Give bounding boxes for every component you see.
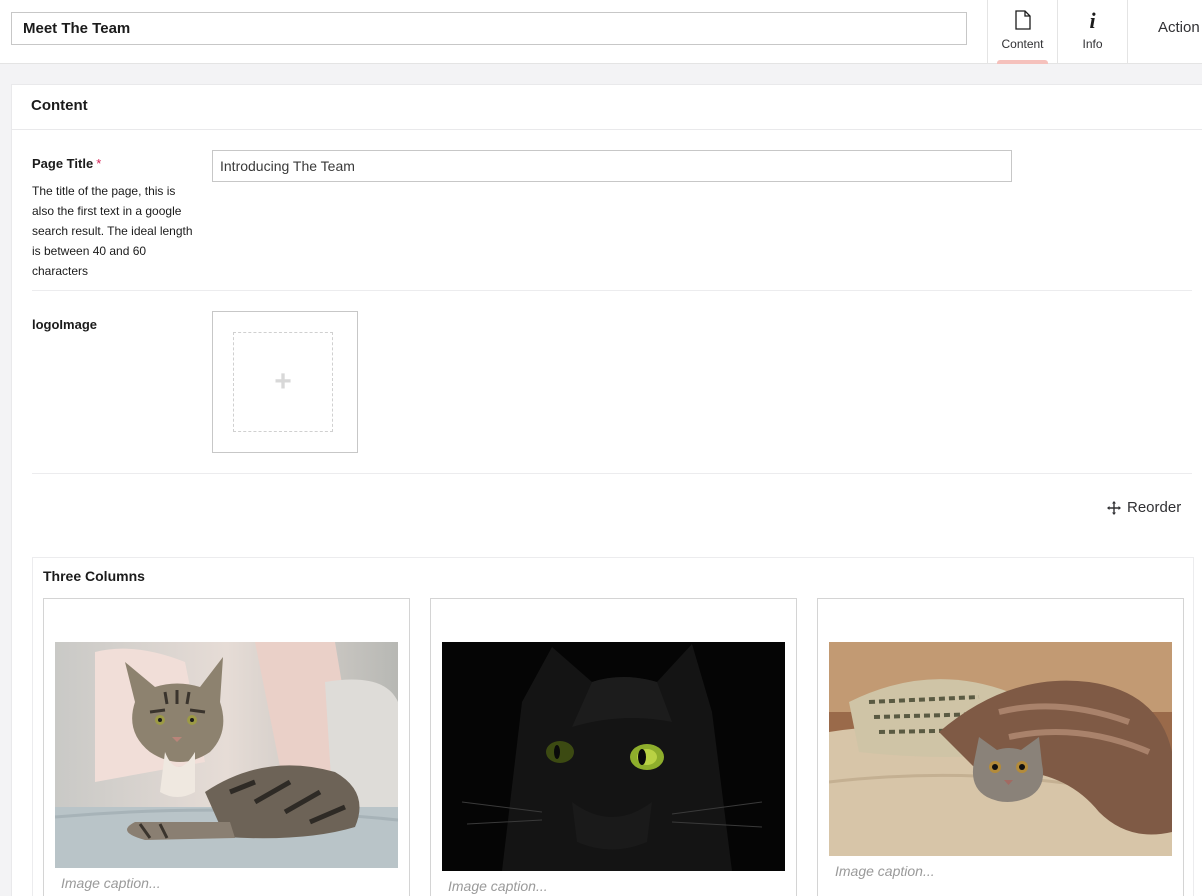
divider bbox=[32, 290, 1192, 291]
image-caption-input[interactable]: Image caption... bbox=[835, 863, 935, 879]
required-mark: * bbox=[96, 156, 102, 171]
document-icon bbox=[988, 10, 1057, 32]
image-black-cat-green-eyes[interactable] bbox=[442, 642, 785, 871]
column-2: Image caption... bbox=[430, 598, 797, 896]
plus-icon: + bbox=[274, 365, 292, 398]
page-title-description: The title of the page, this is also the … bbox=[32, 184, 193, 278]
content-group: Content Page Title * The title of the pag… bbox=[11, 84, 1202, 896]
group-title: Content bbox=[31, 97, 88, 114]
actions-button[interactable]: Action bbox=[1127, 0, 1202, 64]
image-tabby-cat-on-sofa[interactable] bbox=[55, 642, 398, 868]
move-icon bbox=[1107, 500, 1121, 515]
column-1: Image caption... bbox=[43, 598, 410, 896]
logo-image-label: logoImage bbox=[32, 317, 98, 332]
image-caption-input[interactable]: Image caption... bbox=[448, 878, 548, 894]
actions-label: Action bbox=[1158, 19, 1200, 36]
column-3: Image caption... bbox=[817, 598, 1184, 896]
tab-info[interactable]: i Info bbox=[1057, 0, 1127, 64]
reorder-button[interactable]: Reorder bbox=[1107, 499, 1181, 516]
page-title-input[interactable]: Introducing The Team bbox=[212, 150, 1012, 182]
tab-info-label: Info bbox=[1082, 37, 1103, 51]
logo-image-picker[interactable]: + bbox=[212, 311, 358, 453]
add-image-button[interactable]: + bbox=[233, 332, 333, 432]
image-kitten-under-blanket[interactable] bbox=[829, 642, 1172, 856]
block-title: Three Columns bbox=[43, 568, 145, 584]
divider bbox=[32, 473, 1192, 474]
tab-content[interactable]: Content bbox=[987, 0, 1057, 64]
active-tab-indicator bbox=[997, 60, 1048, 64]
tab-content-label: Content bbox=[1001, 37, 1044, 51]
block-three-columns[interactable]: Three Columns Image caption... Image cap… bbox=[32, 557, 1194, 896]
editor-header: Meet The Team Content i Info Action bbox=[0, 0, 1202, 64]
image-caption-input[interactable]: Image caption... bbox=[61, 875, 161, 891]
divider bbox=[12, 129, 1202, 130]
reorder-label: Reorder bbox=[1127, 499, 1182, 516]
info-icon: i bbox=[1089, 8, 1096, 33]
page-title-label-text: Page Title bbox=[32, 156, 94, 171]
node-name-input[interactable]: Meet The Team bbox=[11, 12, 967, 45]
page-title-label: Page Title * bbox=[32, 156, 101, 171]
